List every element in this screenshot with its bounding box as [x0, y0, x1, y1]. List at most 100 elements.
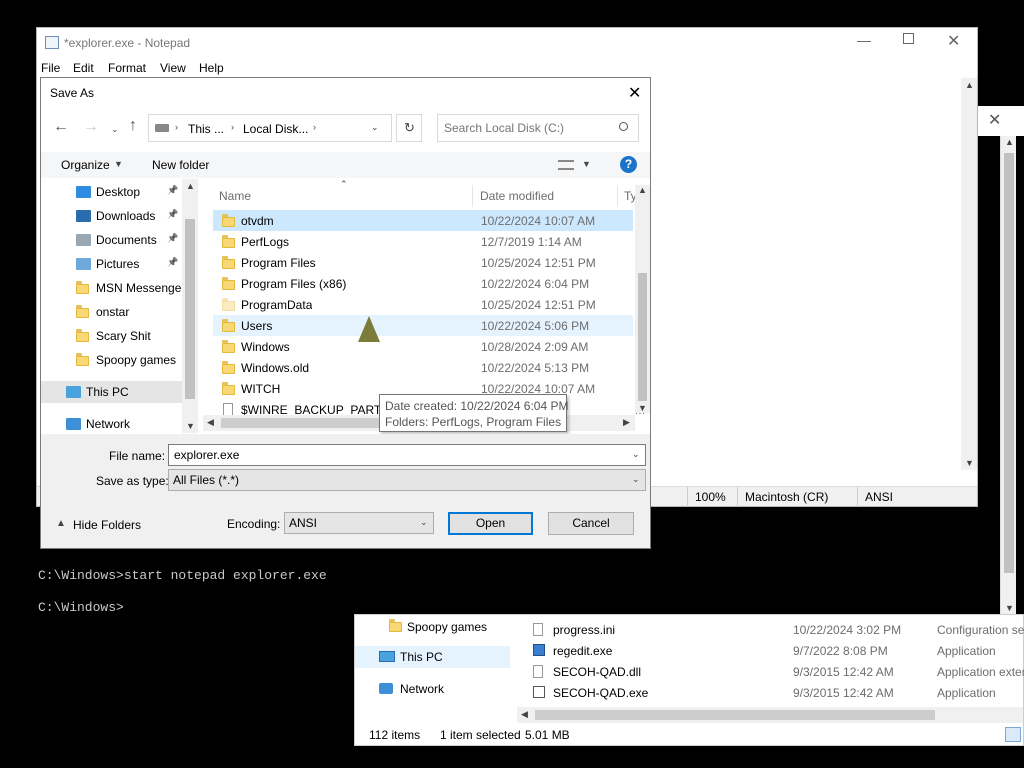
- notepad-vertical-scrollbar[interactable]: ▲ ▼: [961, 78, 977, 470]
- address-dropdown-icon[interactable]: ⌄: [371, 122, 379, 133]
- file-list: progress.ini 10/22/2024 3:02 PM Configur…: [517, 615, 1024, 707]
- nav-item-this-pc[interactable]: This PC: [41, 381, 182, 403]
- chevron-down-icon[interactable]: ⌄: [632, 474, 640, 485]
- address-bar[interactable]: › This ... › Local Disk... › ⌄: [148, 114, 392, 142]
- folder-icon: [222, 256, 235, 269]
- file-row[interactable]: Users10/22/2024 5:06 PMFi: [213, 315, 645, 336]
- nav-item-downloads[interactable]: Downloads 📌: [41, 205, 182, 227]
- file-name-field[interactable]: explorer.exe ⌄: [168, 444, 646, 466]
- file-row[interactable]: PerfLogs12/7/2019 1:14 AMFi: [213, 231, 645, 252]
- search-input[interactable]: [442, 119, 612, 137]
- refresh-button[interactable]: ↻: [396, 114, 422, 142]
- zoom-level: 100%: [695, 490, 726, 504]
- line-ending: Macintosh (CR): [745, 490, 829, 504]
- list-item[interactable]: SECOH-QAD.dll 9/3/2015 12:42 AM Applicat…: [517, 662, 1024, 682]
- refresh-icon: ↻: [404, 120, 415, 135]
- organize-button[interactable]: Organize: [61, 158, 110, 172]
- nav-item-documents[interactable]: Documents 📌: [41, 229, 182, 251]
- forward-arrow-icon[interactable]: →: [83, 118, 99, 136]
- nav-item-onstar[interactable]: onstar: [41, 301, 182, 323]
- selection-size: 5.01 MB: [525, 728, 570, 742]
- tooltip-folders: Folders: PerfLogs, Program Files: [385, 415, 562, 429]
- list-item[interactable]: SECOH-QAD.exe 9/3/2015 12:42 AM Applicat…: [517, 683, 1024, 703]
- file-row[interactable]: Program Files10/25/2024 12:51 PMFi: [213, 252, 645, 273]
- menu-edit[interactable]: Edit: [73, 61, 94, 75]
- wizard-cursor-icon: [358, 316, 380, 342]
- nav-item-scary-shit[interactable]: Scary Shit: [41, 325, 182, 347]
- close-button[interactable]: ✕: [947, 31, 960, 51]
- column-header-date[interactable]: Date modified: [474, 185, 618, 207]
- menu-help[interactable]: Help: [199, 61, 224, 75]
- encoding-select[interactable]: ANSI ⌄: [284, 512, 434, 534]
- up-arrow-icon[interactable]: ↑: [129, 117, 137, 135]
- menu-format[interactable]: Format: [108, 61, 146, 75]
- notepad-app-icon: [45, 36, 59, 49]
- drive-icon: [155, 124, 169, 132]
- close-icon[interactable]: ✕: [628, 83, 641, 103]
- cancel-button[interactable]: Cancel: [548, 512, 634, 535]
- item-count: 112 items: [369, 728, 421, 742]
- save-as-type-label: Save as type:: [96, 474, 169, 488]
- file-list-vertical-scrollbar[interactable]: ▲ ▼: [635, 185, 650, 413]
- notepad-menubar: File Edit Format View Help: [37, 58, 977, 78]
- search-box[interactable]: [437, 114, 639, 142]
- menu-file[interactable]: File: [41, 61, 60, 75]
- menu-view[interactable]: View: [160, 61, 186, 75]
- console-scrollbar[interactable]: ▲ ▼: [1000, 135, 1016, 615]
- horizontal-scrollbar[interactable]: ◀: [517, 707, 1023, 723]
- nav-item-network[interactable]: Network: [355, 679, 510, 699]
- back-arrow-icon[interactable]: ←: [53, 118, 69, 136]
- app-icon: [533, 644, 545, 656]
- breadcrumb-this-pc[interactable]: This ...: [188, 122, 224, 136]
- nav-item-network[interactable]: Network: [41, 413, 182, 433]
- dll-file-icon: [533, 665, 543, 678]
- chevron-down-icon[interactable]: ⌄: [632, 449, 640, 460]
- pictures-icon: [76, 258, 91, 270]
- notepad-titlebar: *explorer.exe - Notepad — ✕: [37, 28, 977, 58]
- close-icon[interactable]: ✕: [988, 110, 1001, 130]
- nav-item-pictures[interactable]: Pictures 📌: [41, 253, 182, 275]
- hide-folders-toggle[interactable]: ▲ Hide Folders: [51, 514, 151, 536]
- search-icon: [619, 122, 628, 131]
- encoding-label: Encoding:: [227, 517, 281, 531]
- nav-scrollbar[interactable]: ▲ ▼: [182, 179, 198, 433]
- folder-icon: [76, 329, 89, 342]
- toolbar: Organize ▼ New folder ▼ ?: [41, 152, 650, 178]
- nav-item-desktop[interactable]: Desktop 📌: [41, 181, 182, 203]
- new-folder-button[interactable]: New folder: [152, 158, 209, 172]
- dialog-nav-pane: Desktop 📌 Downloads 📌 Documents 📌 Pictures 📌 MSN…: [41, 179, 199, 433]
- maximize-button[interactable]: [903, 33, 914, 44]
- folder-icon: [222, 361, 235, 374]
- minimize-button[interactable]: —: [857, 32, 871, 48]
- nav-item-spoopy-games[interactable]: Spoopy games: [355, 617, 510, 637]
- chevron-down-icon: ⌄: [420, 517, 428, 527]
- breadcrumb-local-disk[interactable]: Local Disk...: [243, 122, 308, 136]
- list-item[interactable]: progress.ini 10/22/2024 3:02 PM Configur…: [517, 620, 1024, 640]
- help-icon[interactable]: ?: [620, 156, 637, 173]
- folder-icon: [222, 319, 235, 332]
- nav-item-spoopy-games[interactable]: Spoopy games: [41, 349, 182, 371]
- save-as-type-select[interactable]: All Files (*.*) ⌄: [168, 469, 646, 491]
- network-icon: [66, 418, 81, 430]
- file-row[interactable]: ProgramData10/25/2024 12:51 PMFi: [213, 294, 645, 315]
- details-view-icon[interactable]: [1005, 727, 1021, 742]
- status-bar: 112 items 1 item selected 5.01 MB: [355, 725, 1024, 745]
- view-options-icon[interactable]: [558, 160, 574, 170]
- list-item[interactable]: regedit.exe 9/7/2022 8:08 PM Application: [517, 641, 1024, 661]
- nav-item-msn-messenger[interactable]: MSN Messenger: [41, 277, 185, 299]
- file-row[interactable]: Windows.old10/22/2024 5:13 PMFi: [213, 357, 645, 378]
- this-pc-icon: [66, 386, 81, 398]
- folder-icon: [76, 281, 89, 294]
- folder-icon: [222, 235, 235, 248]
- open-button[interactable]: Open: [448, 512, 533, 535]
- pin-icon: 📌: [167, 233, 179, 243]
- folder-icon: [222, 214, 235, 227]
- column-header-name[interactable]: Name: [213, 185, 473, 207]
- file-row[interactable]: Windows10/28/2024 2:09 AMFi: [213, 336, 645, 357]
- folder-icon: [76, 353, 89, 366]
- file-row[interactable]: otvdm10/22/2024 10:07 AMFi: [213, 210, 645, 231]
- nav-item-this-pc[interactable]: This PC: [355, 646, 510, 668]
- recent-locations-icon[interactable]: ⌄: [111, 124, 119, 135]
- downloads-icon: [76, 210, 91, 222]
- file-row[interactable]: Program Files (x86)10/22/2024 6:04 PMFi: [213, 273, 645, 294]
